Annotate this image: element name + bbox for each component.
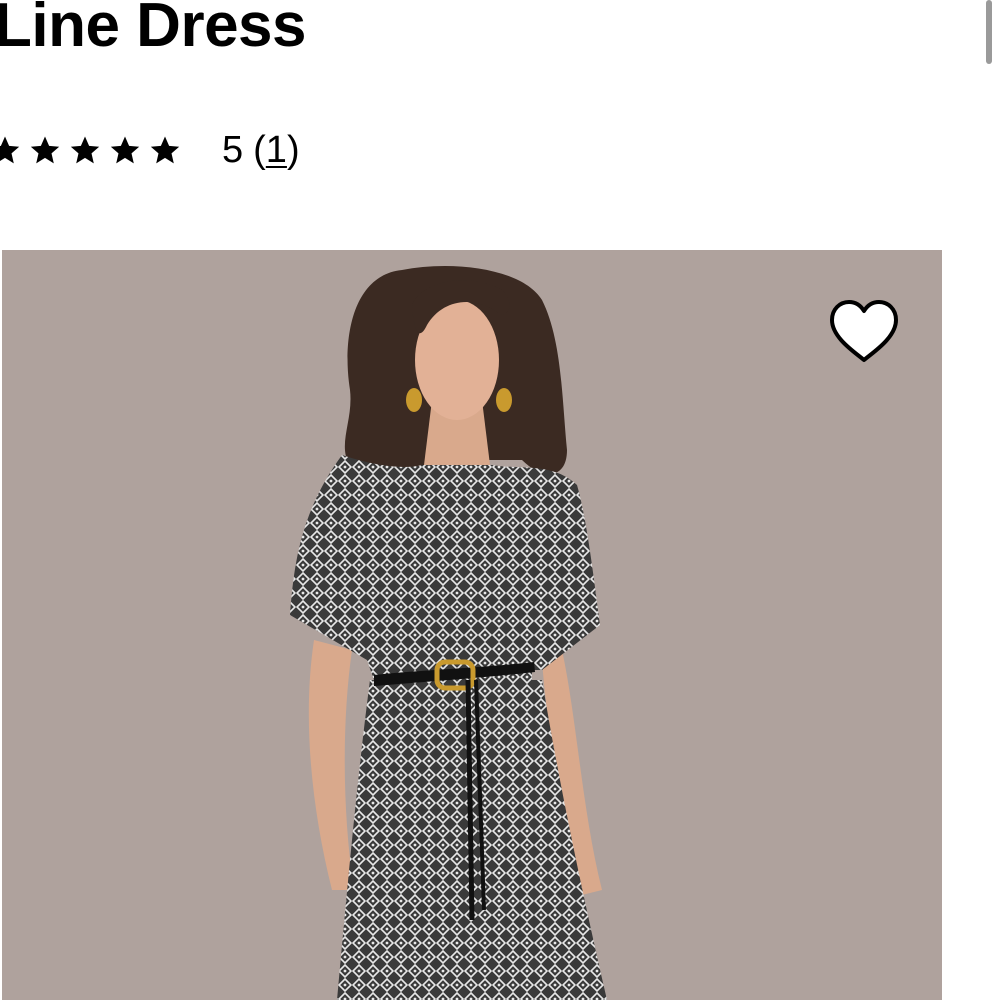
heart-outline-icon [830, 300, 898, 362]
star-icon [108, 133, 148, 167]
review-count: 1 [265, 129, 287, 171]
wishlist-button[interactable] [826, 298, 902, 366]
review-count-close: ) [286, 129, 300, 171]
star-icon [28, 133, 68, 167]
review-count-open: ( [253, 129, 266, 171]
rating-row: 5 (1) [0, 126, 300, 174]
star-icon [0, 133, 28, 167]
product-title: Line Dress [0, 0, 307, 60]
rating-value: 5 [222, 129, 244, 171]
star-icon [68, 133, 108, 167]
star-icon [148, 133, 188, 167]
product-page: Line Dress 5 (1) [0, 0, 1000, 1000]
review-count-link[interactable]: (1) [253, 126, 299, 174]
model-photo [290, 265, 607, 1000]
product-image[interactable] [2, 250, 942, 1000]
star-rating[interactable] [0, 133, 188, 167]
scrollbar[interactable] [986, 0, 992, 64]
